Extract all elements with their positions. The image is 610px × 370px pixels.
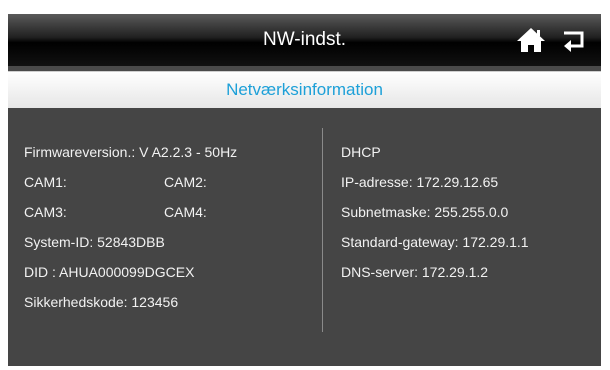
- section-title: Netværksinformation: [226, 80, 383, 99]
- title-bar: NW-indst.: [8, 14, 601, 66]
- home-button[interactable]: [514, 26, 548, 54]
- device-screen: NW-indst. Netværksinformation Firmwareve…: [8, 14, 601, 366]
- cam2-label: CAM2:: [164, 174, 207, 190]
- home-icon: [517, 28, 545, 52]
- firmware-version: Firmwareversion.: V A2.2.3 - 50Hz: [24, 144, 238, 160]
- cam1-label: CAM1:: [24, 174, 67, 190]
- subnet-mask: Subnetmaske: 255.255.0.0: [341, 204, 509, 220]
- default-gateway: Standard-gateway: 172.29.1.1: [341, 234, 529, 250]
- section-header: Netværksinformation: [8, 71, 601, 109]
- column-divider: [322, 128, 323, 332]
- cam4-label: CAM4:: [164, 204, 207, 220]
- page-title: NW-indst.: [262, 29, 347, 50]
- device-id: DID : AHUA000099DGCEX: [24, 264, 195, 280]
- dns-server: DNS-server: 172.29.1.2: [341, 264, 489, 280]
- info-panel: Firmwareversion.: V A2.2.3 - 50Hz CAM1: …: [8, 108, 601, 366]
- security-code: Sikkerhedskode: 123456: [24, 294, 179, 310]
- cam3-label: CAM3:: [24, 204, 67, 220]
- ip-address: IP-adresse: 172.29.12.65: [341, 174, 499, 190]
- return-icon: [564, 31, 584, 52]
- back-button[interactable]: [560, 26, 590, 54]
- system-id: System-ID: 52843DBB: [24, 234, 165, 250]
- dhcp-mode: DHCP: [341, 144, 381, 160]
